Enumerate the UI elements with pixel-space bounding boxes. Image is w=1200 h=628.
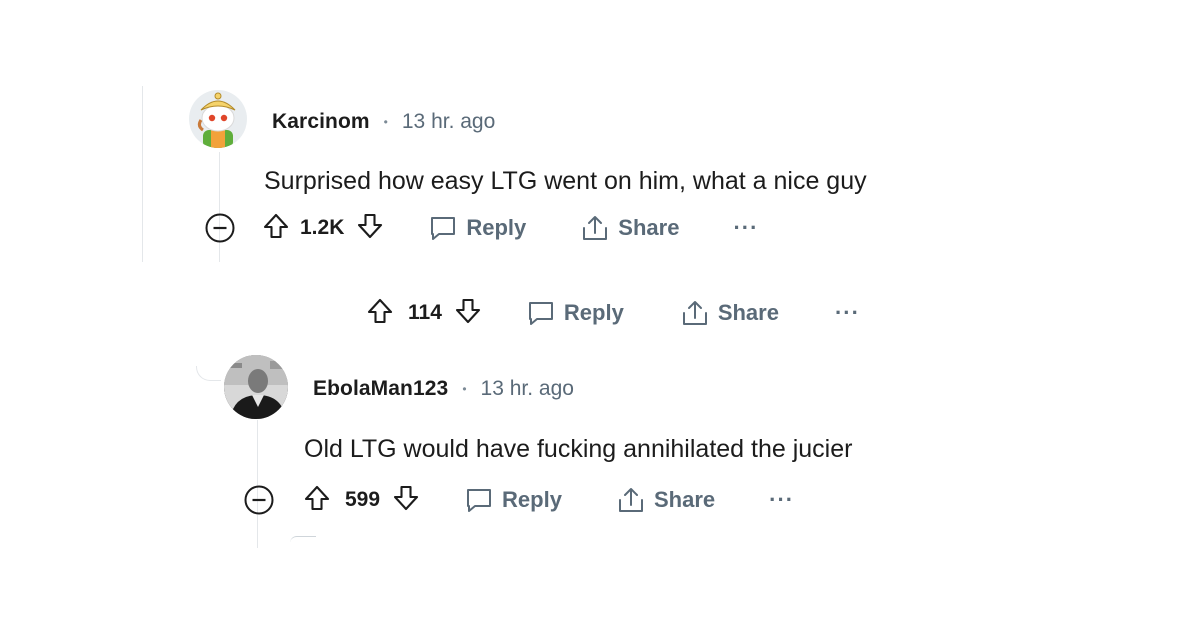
downvote-arrow-icon [358,213,383,238]
username[interactable]: Karcinom [272,110,370,134]
reply-label: Reply [502,487,562,512]
reply-button[interactable]: Reply [526,298,624,328]
share-button[interactable]: Share [580,213,679,243]
share-icon [682,301,707,325]
upvote-arrow-icon [263,213,289,238]
downvote-button[interactable] [392,484,420,517]
comment-actions: 1.2K Reply Share ··· [204,208,758,248]
comment-actions: 599 Reply Share ··· [243,480,794,520]
upvote-button[interactable] [366,297,394,330]
share-button[interactable]: Share [680,298,779,328]
vote-score: 1.2K [300,216,345,239]
thread-curve-comment-2 [196,366,221,381]
photo-avatar-icon [224,355,288,419]
upvote-button[interactable] [262,212,290,245]
share-label: Share [618,215,680,240]
comment-thread: Karcinom • 13 hr. ago Surprised how easy… [0,0,1200,628]
vote-score: 114 [408,301,442,324]
snoo-avatar-icon [189,90,247,148]
minus-circle-icon [205,213,235,243]
timestamp[interactable]: 13 hr. ago [481,377,574,401]
comment-bubble-icon [467,489,492,512]
reply-label: Reply [563,300,624,325]
share-icon [618,488,643,512]
parent-comment-actions: 114 Reply Share ··· [366,293,860,333]
collapse-button[interactable] [204,212,236,244]
share-button[interactable]: Share [616,485,715,515]
thread-line-outer [142,86,143,262]
reply-button[interactable]: Reply [464,485,562,515]
avatar[interactable] [224,355,288,419]
upvote-arrow-icon [304,485,330,510]
comment-meta: EbolaMan123 • 13 hr. ago [313,377,574,401]
more-options-button[interactable]: ··· [733,215,758,241]
share-icon [583,216,608,240]
upvote-arrow-icon [367,298,393,323]
meta-separator: • [462,382,467,396]
share-label: Share [717,300,779,325]
share-label: Share [653,487,716,512]
minus-circle-icon [244,485,274,515]
collapse-button[interactable] [243,484,275,516]
more-options-button[interactable]: ··· [769,487,794,513]
vote-score: 599 [345,488,381,511]
comment-text: Surprised how easy LTG went on him, what… [264,167,867,195]
meta-separator: • [383,115,388,129]
comment-text: Old LTG would have fucking annihilated t… [304,435,853,463]
downvote-button[interactable] [454,297,482,330]
reply-button[interactable]: Reply [428,213,526,243]
downvote-arrow-icon [393,485,419,510]
comment-meta: Karcinom • 13 hr. ago [272,110,495,134]
comment-bubble-icon [431,217,456,240]
upvote-button[interactable] [303,484,331,517]
reply-label: Reply [466,215,527,240]
timestamp[interactable]: 13 hr. ago [402,110,495,134]
avatar[interactable] [189,90,247,148]
more-options-button[interactable]: ··· [835,300,860,326]
downvote-button[interactable] [356,212,384,245]
downvote-arrow-icon [455,298,480,323]
comment-bubble-icon [528,302,553,325]
thread-curve-next [290,536,316,551]
username[interactable]: EbolaMan123 [313,377,448,401]
